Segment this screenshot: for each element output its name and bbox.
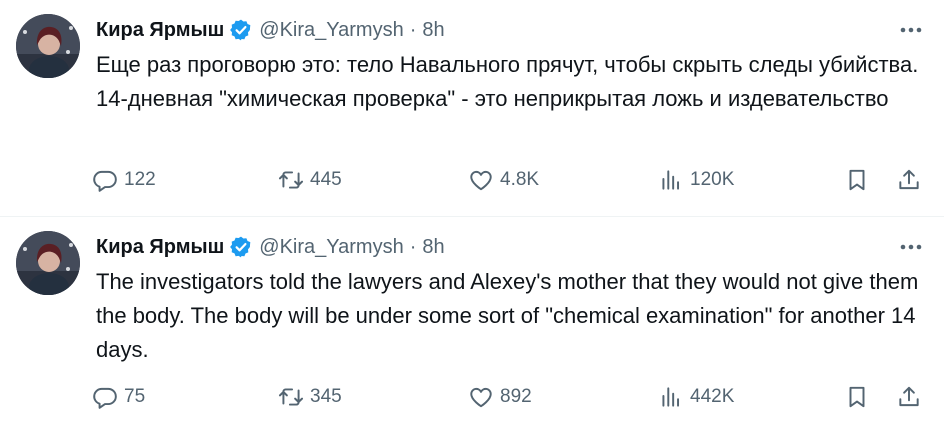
timestamp[interactable]: 8h [422, 16, 444, 44]
reply-count: 75 [124, 386, 146, 407]
author-handle[interactable]: @Kira_Yarmysh [259, 233, 403, 261]
tweet[interactable]: Кира Ярмыш @Kira_Yarmysh · 8h The invest… [0, 217, 944, 434]
like-count: 4.8K [500, 169, 540, 190]
tweet[interactable]: Кира Ярмыш @Kira_Yarmysh · 8h Еще раз пр… [0, 0, 944, 217]
separator-dot: · [409, 236, 417, 258]
more-options-icon[interactable] [896, 235, 926, 259]
tweet-actions: 122 445 4.8K 120K [92, 164, 928, 196]
tweet-header: Кира Ярмыш @Kira_Yarmysh · 8h [96, 16, 445, 44]
separator-dot: · [409, 19, 417, 41]
repost-button[interactable]: 445 [278, 164, 342, 196]
bookmark-icon [844, 167, 870, 193]
share-icon [896, 384, 922, 410]
like-button[interactable]: 4.8K [468, 164, 539, 196]
share-icon [896, 167, 922, 193]
views-icon [658, 384, 684, 410]
timestamp[interactable]: 8h [422, 233, 444, 261]
reply-button[interactable]: 75 [92, 381, 145, 413]
repost-button[interactable]: 345 [278, 381, 342, 413]
like-count: 892 [500, 386, 532, 407]
view-count: 442K [690, 386, 735, 407]
reply-count: 122 [124, 169, 156, 190]
more-options-icon[interactable] [896, 18, 926, 42]
repost-count: 345 [310, 386, 342, 407]
author-name[interactable]: Кира Ярмыш [96, 233, 224, 261]
reply-button[interactable]: 122 [92, 164, 156, 196]
like-icon [468, 167, 494, 193]
tweet-text: Еще раз проговорю это: тело Навального п… [96, 52, 919, 111]
reply-icon [92, 384, 118, 410]
tweet-actions: 75 345 892 442K [92, 381, 928, 413]
tweet-header: Кира Ярмыш @Kira_Yarmysh · 8h [96, 233, 445, 261]
bookmark-button[interactable] [844, 381, 870, 413]
repost-icon [278, 167, 304, 193]
bookmark-button[interactable] [844, 164, 870, 196]
like-icon [468, 384, 494, 410]
views-button[interactable]: 120K [658, 164, 734, 196]
verified-badge-icon [229, 235, 253, 259]
views-icon [658, 167, 684, 193]
bookmark-icon [844, 384, 870, 410]
like-button[interactable]: 892 [468, 381, 532, 413]
avatar[interactable] [16, 14, 80, 78]
share-button[interactable] [896, 381, 922, 413]
reply-icon [92, 167, 118, 193]
share-button[interactable] [896, 164, 922, 196]
avatar[interactable] [16, 231, 80, 295]
tweet-text: The investigators told the lawyers and A… [96, 269, 919, 362]
repost-count: 445 [310, 169, 342, 190]
views-button[interactable]: 442K [658, 381, 734, 413]
verified-badge-icon [229, 18, 253, 42]
repost-icon [278, 384, 304, 410]
view-count: 120K [690, 169, 735, 190]
author-handle[interactable]: @Kira_Yarmysh [259, 16, 403, 44]
author-name[interactable]: Кира Ярмыш [96, 16, 224, 44]
